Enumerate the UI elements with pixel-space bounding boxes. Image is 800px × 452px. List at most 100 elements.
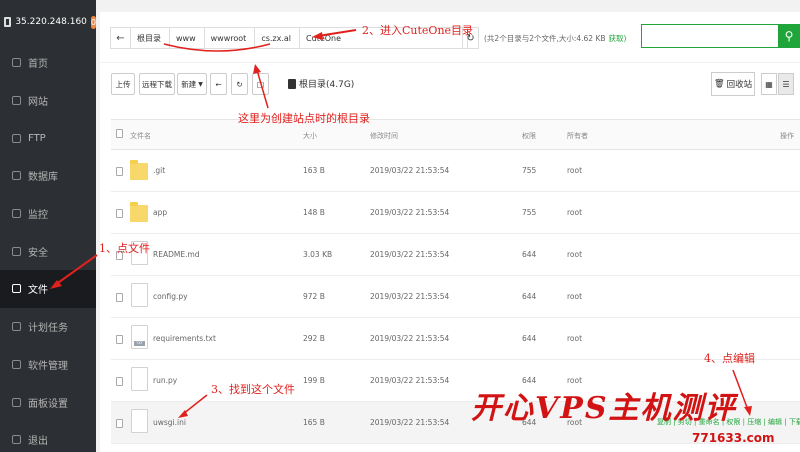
row-checkbox[interactable] bbox=[116, 167, 123, 176]
annotation-step1: 1、点文件 bbox=[99, 242, 150, 255]
sidebar-item-home[interactable]: 首页 bbox=[0, 44, 96, 82]
table-row[interactable]: .git 163 B 2019/03/22 21:53:54 755 root bbox=[111, 150, 800, 192]
gear-icon bbox=[12, 397, 21, 407]
col-name[interactable]: 文件名 bbox=[130, 131, 151, 141]
dir-summary: (共2个目录与2个文件,大小:4.62 KB 获取) bbox=[484, 33, 626, 44]
home-icon bbox=[12, 58, 21, 68]
col-ops: 操作 bbox=[780, 132, 794, 140]
row-checkbox[interactable] bbox=[116, 377, 123, 386]
search-input[interactable] bbox=[641, 24, 781, 48]
sidebar-item-software[interactable]: 软件管理 bbox=[0, 346, 96, 384]
disk-info: 根目录(4.7G) bbox=[288, 77, 354, 90]
breadcrumb-item-wwwroot[interactable]: wwwroot bbox=[205, 28, 256, 48]
sidebar-item-database[interactable]: 数据库 bbox=[0, 157, 96, 195]
new-dropdown[interactable]: 新建 ▼ bbox=[177, 73, 207, 95]
breadcrumb-item-root[interactable]: 根目录 bbox=[131, 28, 170, 48]
disk-icon bbox=[288, 78, 296, 89]
breadcrumb-item-www[interactable]: www bbox=[170, 28, 205, 48]
col-owner: 所有者 bbox=[567, 132, 588, 140]
txt-file-icon bbox=[131, 325, 148, 349]
file-name[interactable]: .git bbox=[153, 166, 165, 175]
file-size: 163 B bbox=[303, 166, 325, 175]
remote-download-button[interactable]: 远程下载 bbox=[139, 73, 175, 95]
recycle-bin-button[interactable]: 🗑 回收站 bbox=[711, 72, 755, 96]
sidebar-item-label: 面板设置 bbox=[28, 398, 68, 410]
file-icon bbox=[131, 367, 148, 391]
folder-icon bbox=[130, 202, 148, 222]
sidebar-item-monitor[interactable]: 监控 bbox=[0, 195, 96, 233]
new-label: 新建 bbox=[181, 79, 197, 89]
file-perm: 644 bbox=[522, 250, 537, 259]
sidebar-item-label: 首页 bbox=[28, 59, 48, 71]
notification-badge[interactable]: 0 bbox=[90, 15, 96, 29]
col-mtime[interactable]: 修改时间 bbox=[370, 131, 398, 141]
file-name[interactable]: requirements.txt bbox=[153, 334, 216, 343]
sidebar-item-label: 计划任务 bbox=[28, 323, 68, 335]
row-checkbox[interactable] bbox=[116, 293, 123, 302]
file-mtime: 2019/03/22 21:53:54 bbox=[370, 418, 450, 427]
sidebar-item-cron[interactable]: 计划任务 bbox=[0, 308, 96, 346]
breadcrumb-item-site[interactable]: cs.zx.al bbox=[255, 28, 301, 48]
row-checkbox[interactable] bbox=[116, 209, 123, 218]
row-checkbox[interactable] bbox=[116, 335, 123, 344]
monitor-icon bbox=[4, 17, 12, 27]
sidebar-item-settings[interactable]: 面板设置 bbox=[0, 383, 96, 421]
sidebar-item-logout[interactable]: 退出 bbox=[0, 421, 96, 452]
file-owner: root bbox=[567, 250, 583, 259]
file-perm: 755 bbox=[522, 166, 537, 175]
annotation-step2: 2、进入CuteOne目录 bbox=[362, 24, 474, 37]
sidebar-item-website[interactable]: 网站 bbox=[0, 82, 96, 120]
file-size: 3.03 KB bbox=[303, 250, 333, 259]
file-mtime: 2019/03/22 21:53:54 bbox=[370, 292, 450, 301]
folder-icon bbox=[130, 160, 148, 180]
file-mtime: 2019/03/22 21:53:54 bbox=[370, 166, 450, 175]
file-name[interactable]: config.py bbox=[153, 292, 188, 301]
table-row[interactable]: config.py 972 B 2019/03/22 21:53:54 644 … bbox=[111, 276, 800, 318]
server-host: 35.220.248.160 0 bbox=[0, 0, 96, 44]
file-name[interactable]: uwsgi.ini bbox=[153, 418, 186, 427]
get-size-link[interactable]: 获取) bbox=[609, 34, 627, 43]
select-all-checkbox[interactable] bbox=[116, 129, 123, 138]
sidebar-item-security[interactable]: 安全 bbox=[0, 232, 96, 270]
file-name[interactable]: run.py bbox=[153, 376, 177, 385]
file-name[interactable]: app bbox=[153, 208, 167, 217]
clock-icon bbox=[12, 322, 21, 332]
file-size: 292 B bbox=[303, 334, 325, 343]
file-owner: root bbox=[567, 166, 583, 175]
col-size[interactable]: 大小 bbox=[303, 131, 317, 141]
grid-view-icon[interactable]: ▦ bbox=[761, 73, 777, 95]
row-checkbox[interactable] bbox=[116, 419, 123, 428]
annotation-root-note: 这里为创建站点时的根目录 bbox=[238, 112, 370, 125]
sidebar-item-files[interactable]: 文件 bbox=[0, 270, 96, 308]
sidebar-item-label: 安全 bbox=[28, 247, 48, 259]
sidebar-item-ftp[interactable]: FTP bbox=[0, 119, 96, 157]
file-size: 165 B bbox=[303, 418, 325, 427]
refresh-icon[interactable]: ↻ bbox=[231, 73, 248, 95]
terminal-icon[interactable]: □ bbox=[252, 73, 269, 95]
file-icon bbox=[131, 283, 148, 307]
upload-button[interactable]: 上传 bbox=[111, 73, 135, 95]
file-toolbar: 上传 远程下载 新建 ▼ ← ↻ □ 根目录(4.7G) 🗑 回收站 ▦ ☰ bbox=[100, 63, 800, 105]
sidebar-item-label: 网站 bbox=[28, 97, 48, 109]
disk-label: 根目录(4.7G) bbox=[299, 80, 355, 90]
file-perm: 644 bbox=[522, 292, 537, 301]
file-perm: 644 bbox=[522, 334, 537, 343]
file-size: 199 B bbox=[303, 376, 325, 385]
sidebar: 35.220.248.160 0 首页 网站 FTP 数据库 监控 安全 文件 … bbox=[0, 0, 96, 452]
database-icon bbox=[12, 171, 21, 181]
list-view-icon[interactable]: ☰ bbox=[778, 73, 794, 95]
file-name[interactable]: README.md bbox=[153, 250, 200, 259]
file-size: 148 B bbox=[303, 208, 325, 217]
table-row[interactable]: requirements.txt 292 B 2019/03/22 21:53:… bbox=[111, 318, 800, 360]
arrow-left-icon[interactable]: ← bbox=[111, 28, 131, 48]
apps-icon bbox=[12, 359, 21, 369]
search-icon[interactable]: ⚲ bbox=[778, 24, 800, 48]
watermark-url: 771633.com bbox=[692, 431, 775, 445]
arrow-left-icon[interactable]: ← bbox=[210, 73, 227, 95]
table-row[interactable]: app 148 B 2019/03/22 21:53:54 755 root bbox=[111, 192, 800, 234]
sidebar-item-label: 退出 bbox=[28, 436, 48, 448]
caret-down-icon: ▼ bbox=[198, 80, 203, 88]
file-mtime: 2019/03/22 21:53:54 bbox=[370, 208, 450, 217]
breadcrumb-item-cuteone[interactable]: CuteOne bbox=[300, 28, 349, 48]
table-row[interactable]: README.md 3.03 KB 2019/03/22 21:53:54 64… bbox=[111, 234, 800, 276]
